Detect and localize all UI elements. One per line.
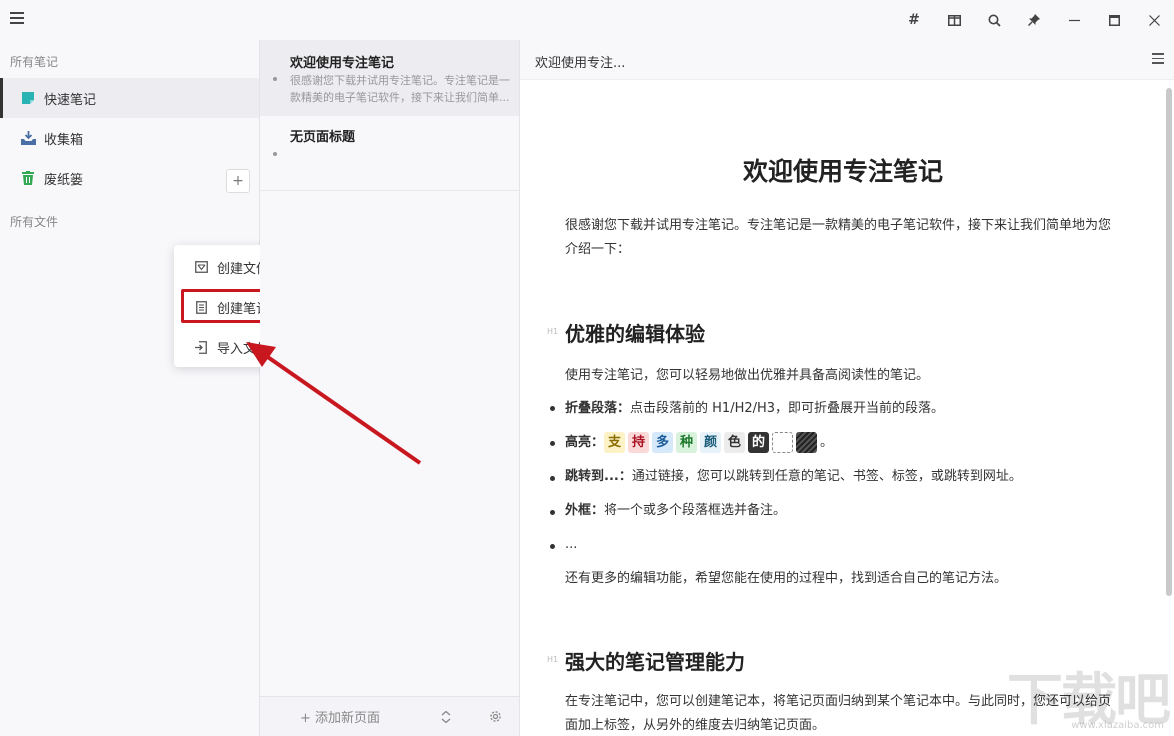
annotation-arrow [246, 342, 422, 465]
